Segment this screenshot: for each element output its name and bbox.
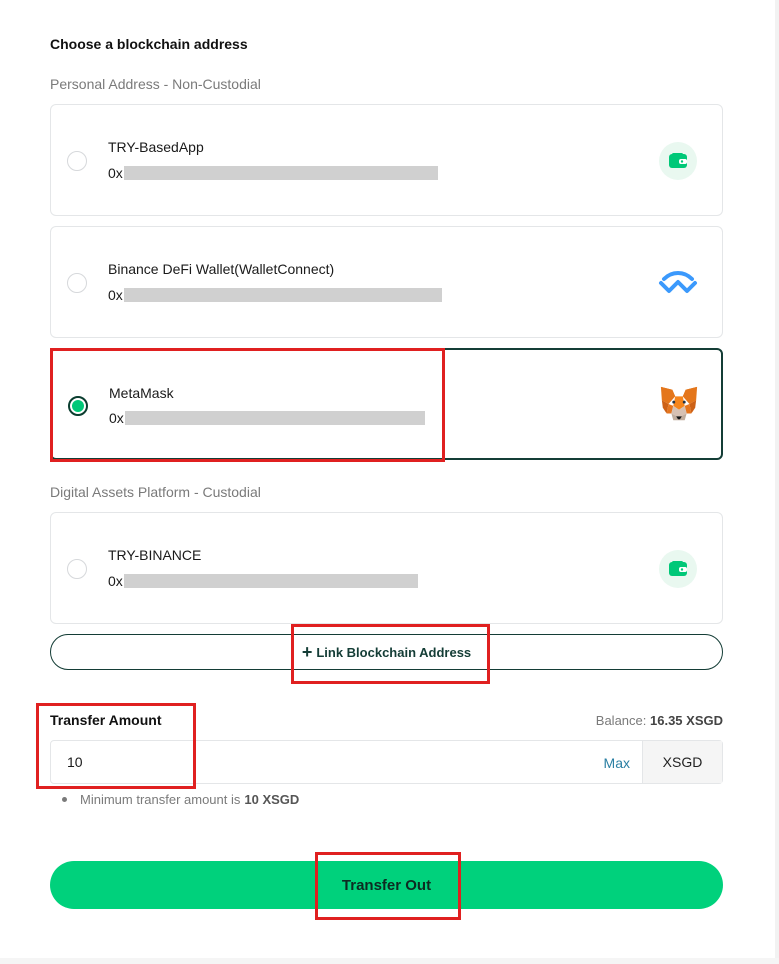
address-card-try-binance[interactable]: TRY-BINANCE 0x	[50, 512, 723, 624]
address-name: Binance DeFi Wallet(WalletConnect)	[108, 261, 335, 277]
minimum-transfer-hint: Minimum transfer amount is 10 XSGD	[62, 792, 299, 807]
scrollbar[interactable]	[775, 0, 779, 964]
balance-display: Balance: 16.35 XSGD	[596, 713, 723, 728]
highlight-box-metamask	[50, 348, 445, 462]
page-title: Choose a blockchain address	[50, 36, 248, 52]
max-button[interactable]: Max	[604, 755, 630, 771]
address-prefix: 0x	[108, 287, 123, 303]
address-radio[interactable]	[67, 559, 87, 579]
wallet-icon	[658, 141, 698, 181]
metamask-fox-icon	[659, 384, 699, 424]
address-value: 0x	[108, 287, 442, 303]
address-redacted	[123, 166, 438, 180]
address-redacted	[123, 574, 418, 588]
hint-text: Minimum transfer amount is	[80, 792, 241, 807]
address-prefix: 0x	[108, 573, 123, 589]
address-name: TRY-BINANCE	[108, 547, 202, 563]
hint-value: 10 XSGD	[244, 792, 300, 807]
highlight-box-transfer-button	[315, 852, 461, 920]
address-prefix: 0x	[108, 165, 123, 181]
wallet-icon	[658, 549, 698, 589]
address-card-binance-defi[interactable]: Binance DeFi Wallet(WalletConnect) 0x	[50, 226, 723, 338]
address-name: TRY-BasedApp	[108, 139, 204, 155]
address-card-try-basedapp[interactable]: TRY-BasedApp 0x	[50, 104, 723, 216]
highlight-box-link-button	[291, 624, 490, 684]
balance-value: 16.35 XSGD	[650, 713, 723, 728]
address-radio[interactable]	[67, 151, 87, 171]
walletconnect-icon	[658, 263, 698, 303]
section-label-custodial: Digital Assets Platform - Custodial	[50, 484, 261, 500]
section-label-personal: Personal Address - Non-Custodial	[50, 76, 261, 92]
highlight-box-amount	[36, 703, 196, 789]
currency-label: XSGD	[642, 741, 722, 783]
bullet-icon	[62, 797, 67, 802]
bottom-divider	[0, 958, 779, 964]
address-radio[interactable]	[67, 273, 87, 293]
balance-label: Balance:	[595, 713, 647, 728]
address-value: 0x	[108, 573, 418, 589]
address-value: 0x	[108, 165, 438, 181]
address-redacted	[123, 288, 442, 302]
